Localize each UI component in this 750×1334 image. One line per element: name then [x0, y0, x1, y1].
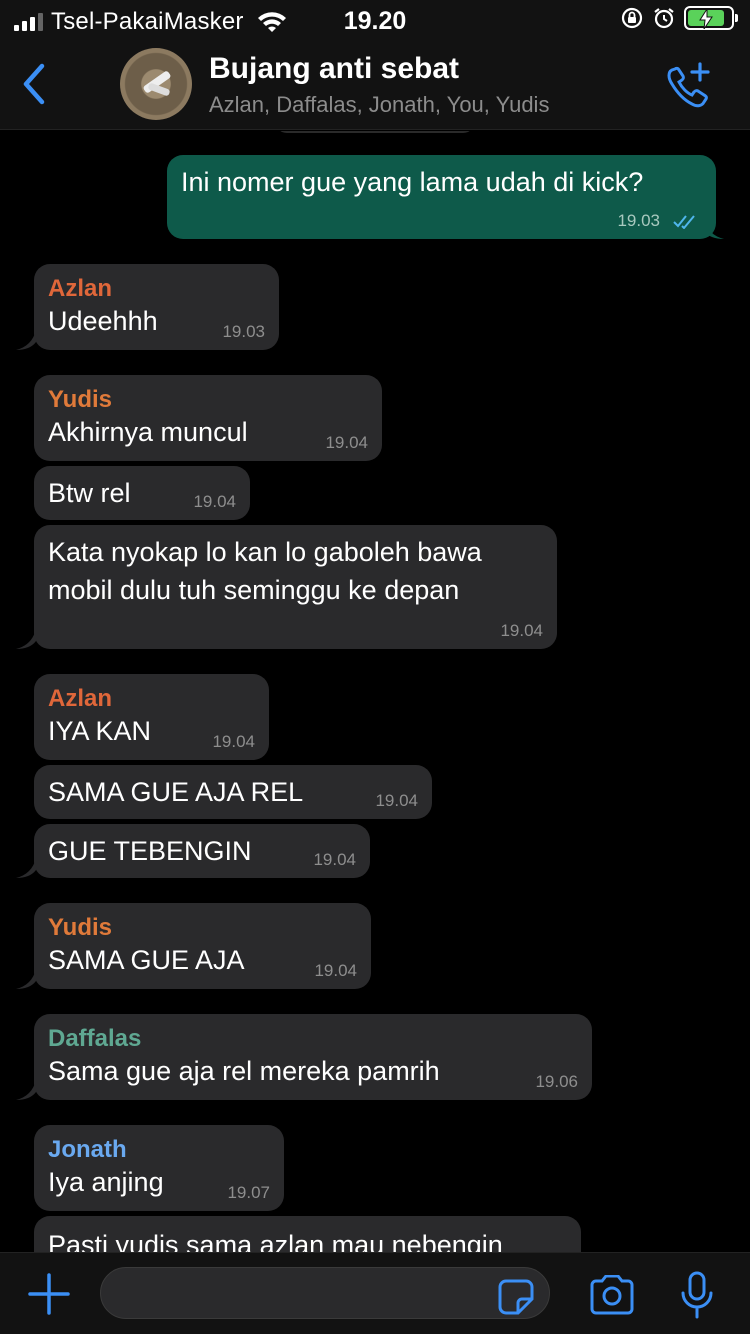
rotation-lock-icon [621, 7, 643, 29]
read-ticks-icon [673, 215, 695, 229]
microphone-icon[interactable] [680, 1271, 714, 1319]
chat-participants[interactable]: Azlan, Daffalas, Jonath, You, Yudis [209, 92, 549, 118]
message-bubble[interactable]: Kata nyokap lo kan lo gaboleh bawa mobil… [34, 525, 557, 649]
message-bubble[interactable]: Btw rel 19.04 [34, 466, 250, 520]
group-avatar[interactable] [120, 48, 192, 120]
message-bubble[interactable]: Yudis Akhirnya muncul 19.04 [34, 375, 382, 461]
message-bubble[interactable]: SAMA GUE AJA REL 19.04 [34, 765, 432, 819]
alarm-icon [654, 8, 674, 29]
message-bubble[interactable]: Azlan Udeehhh 19.03 [34, 264, 279, 350]
message-bubble[interactable]: Pasti yudis sama azlan mau nebengin [34, 1216, 581, 1252]
wifi-icon [257, 12, 286, 32]
message-bubble[interactable]: Azlan IYA KAN 19.04 [34, 674, 269, 760]
message-input[interactable] [100, 1267, 550, 1319]
composer-bar [0, 1252, 750, 1334]
message-list[interactable]: Ini nomer gue yang lama udah di kick? 19… [0, 131, 750, 1252]
cellular-signal-icon [14, 13, 43, 31]
chat-header: Bujang anti sebat Azlan, Daffalas, Jonat… [0, 40, 750, 130]
plus-icon[interactable] [26, 1271, 72, 1317]
message-bubble[interactable]: Yudis SAMA GUE AJA 19.04 [34, 903, 371, 989]
sticker-icon[interactable] [498, 1279, 534, 1315]
message-time: 19.03 [617, 211, 660, 230]
carrier-name: Tsel-PakaiMasker [51, 8, 244, 35]
battery-icon [684, 6, 738, 30]
message-bubble[interactable]: Jonath Iya anjing 19.07 [34, 1125, 284, 1211]
status-bar: Tsel-PakaiMasker 19.20 [0, 0, 750, 40]
back-arrow-icon[interactable] [14, 60, 54, 108]
add-call-icon[interactable] [662, 60, 714, 112]
chat-title[interactable]: Bujang anti sebat [209, 52, 459, 86]
sender-name: Azlan [48, 275, 113, 302]
camera-icon[interactable] [588, 1275, 636, 1315]
message-bubble[interactable]: Daffalas Sama gue aja rel mereka pamrih … [34, 1014, 592, 1100]
message-bubble[interactable]: GUE TEBENGIN 19.04 [34, 824, 370, 878]
message-bubble-outgoing[interactable]: Ini nomer gue yang lama udah di kick? 19… [167, 155, 716, 239]
